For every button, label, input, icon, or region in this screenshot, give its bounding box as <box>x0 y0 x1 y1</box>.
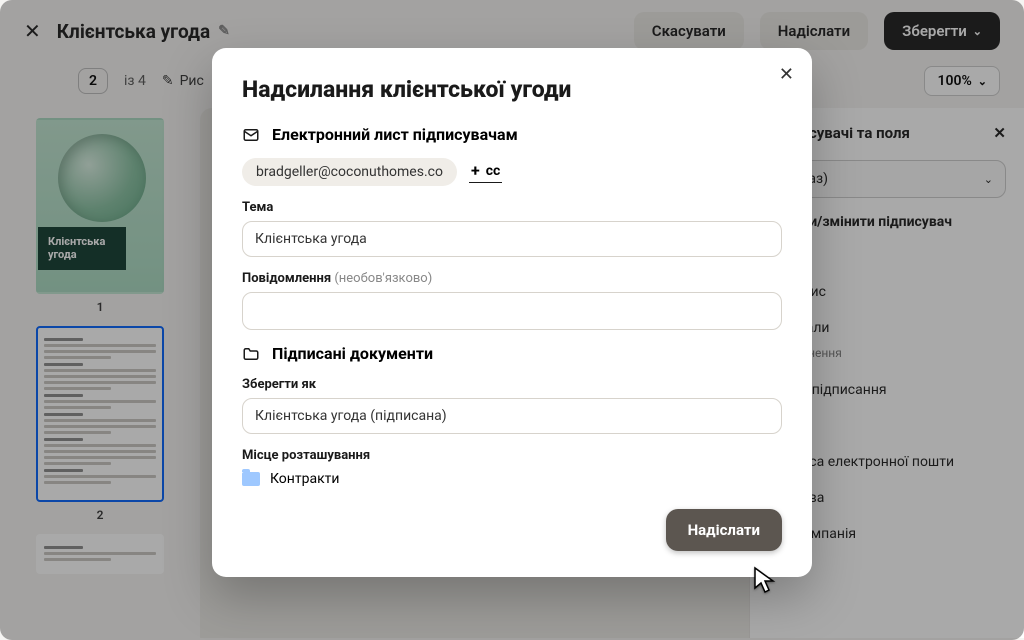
message-input[interactable] <box>242 292 782 330</box>
folder-name: Контракти <box>270 471 339 487</box>
docs-section-title: Підписані документи <box>272 344 433 363</box>
add-cc-button[interactable]: + cc <box>469 161 502 183</box>
subject-label: Тема <box>242 200 782 215</box>
location-label: Місце розташування <box>242 448 782 463</box>
modal-title: Надсилання клієнтської угоди <box>242 76 782 103</box>
modal-close-icon[interactable]: ✕ <box>779 64 794 85</box>
recipient-chip[interactable]: bradgeller@coconuthomes.co <box>242 158 457 186</box>
subject-input[interactable] <box>242 221 782 257</box>
modal-send-button[interactable]: Надіслати <box>666 509 782 551</box>
message-label: Повідомлення (необов'язково) <box>242 271 782 286</box>
send-modal: ✕ Надсилання клієнтської угоди Електронн… <box>212 48 812 577</box>
envelope-icon <box>242 126 260 144</box>
plus-icon: + <box>471 163 480 179</box>
cc-label: cc <box>486 163 501 179</box>
email-section-title: Електронний лист підписувачам <box>272 125 518 144</box>
folder-icon <box>242 472 260 486</box>
saveas-input[interactable] <box>242 398 782 434</box>
location-folder[interactable]: Контракти <box>242 471 782 487</box>
folder-outline-icon <box>242 345 260 363</box>
saveas-label: Зберегти як <box>242 377 782 392</box>
